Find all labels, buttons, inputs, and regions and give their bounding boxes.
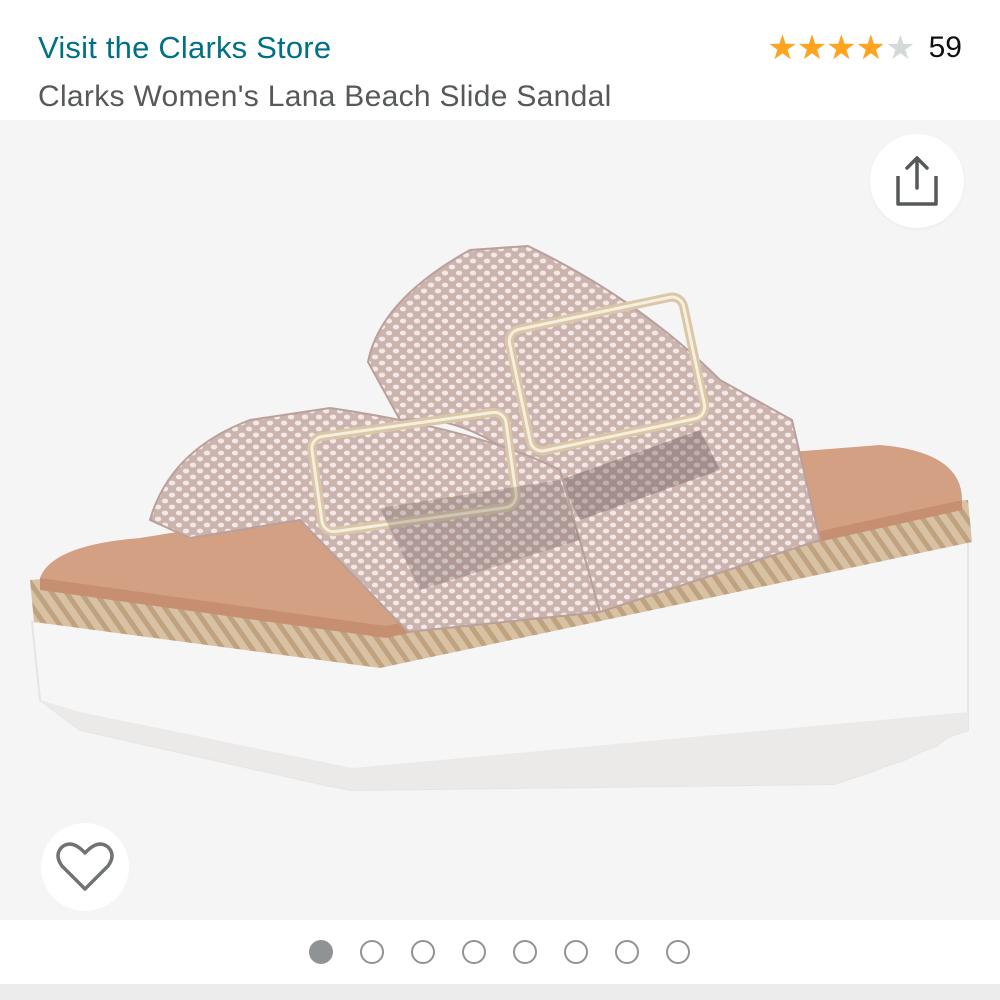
image-pager[interactable] <box>0 920 1000 984</box>
store-link[interactable]: Visit the Clarks Store <box>38 30 331 66</box>
share-icon <box>896 156 938 206</box>
pager-dot-1[interactable] <box>308 940 333 964</box>
product-header: Visit the Clarks Store Clarks Women's La… <box>0 0 1000 120</box>
pager-dot-3[interactable] <box>410 940 435 964</box>
pager-dot-6[interactable] <box>563 940 588 964</box>
product-image[interactable] <box>0 120 1000 920</box>
product-title: Clarks Women's Lana Beach Slide Sandal <box>38 80 612 113</box>
heart-outline-icon <box>56 842 114 891</box>
share-button[interactable] <box>870 134 964 228</box>
rating-count[interactable]: 59 <box>929 31 962 65</box>
pager-dot-4[interactable] <box>461 940 486 964</box>
pager-dot-7[interactable] <box>614 940 639 964</box>
pager-dot-2[interactable] <box>359 940 384 964</box>
star-rating: ★★★★★ ★★★★★ <box>767 28 915 68</box>
favorite-button[interactable] <box>41 823 129 911</box>
stars-filled: ★★★★★ <box>767 29 883 67</box>
product-image-gallery[interactable] <box>0 120 1000 920</box>
rating-summary[interactable]: ★★★★★ ★★★★★ 59 <box>767 28 962 68</box>
footer-divider <box>0 984 1000 1000</box>
pager-dot-5[interactable] <box>512 940 537 964</box>
pager-dot-8[interactable] <box>665 940 690 964</box>
